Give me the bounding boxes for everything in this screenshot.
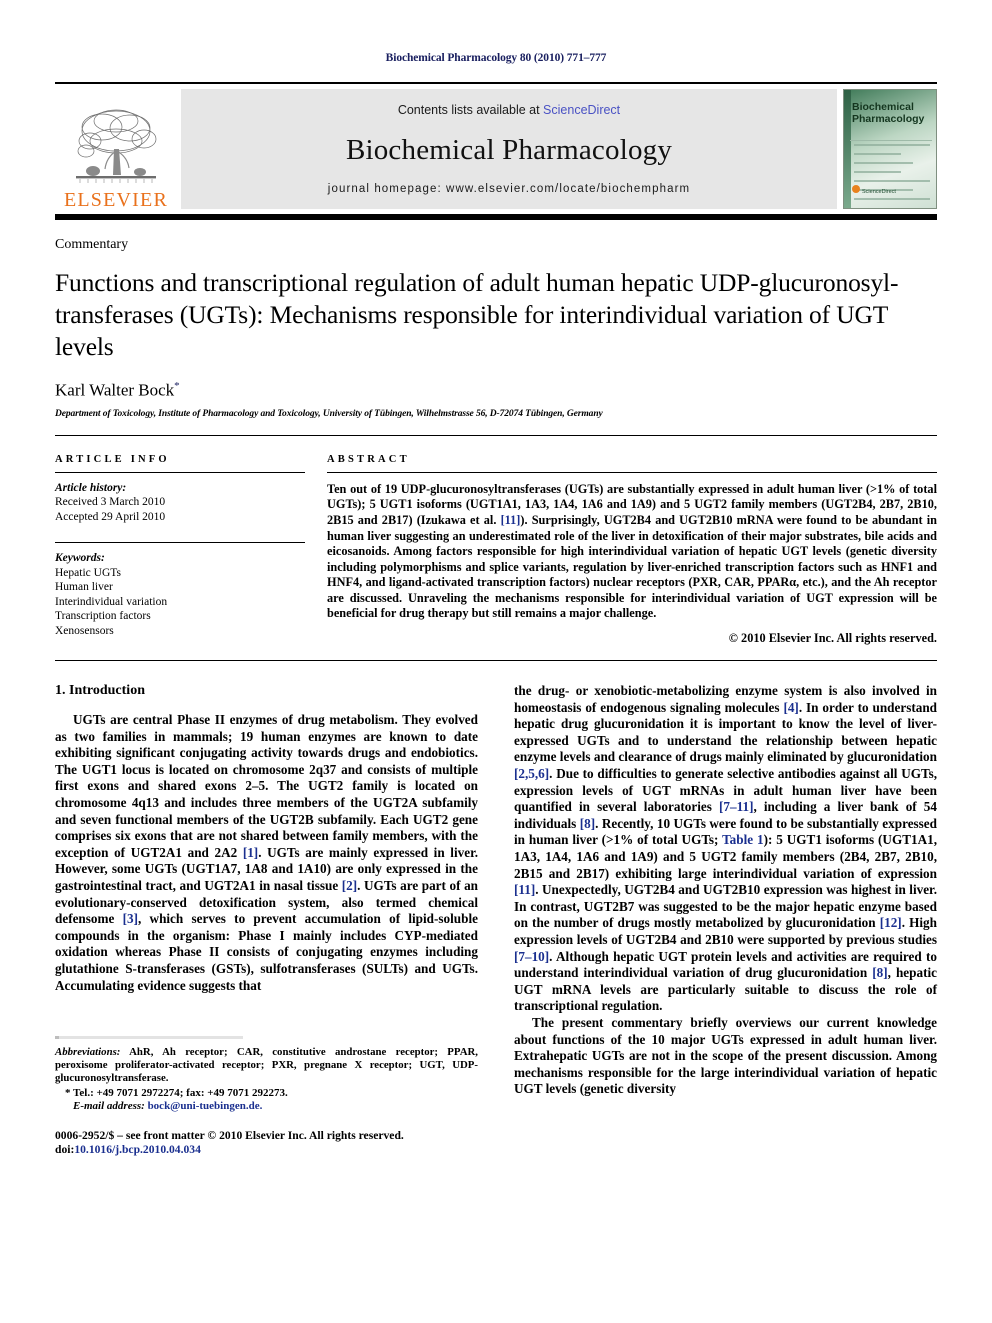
doi-label: doi: [55,1143,75,1157]
journal-homepage-line[interactable]: journal homepage: www.elsevier.com/locat… [328,183,690,195]
page-title: Functions and transcriptional regulation… [55,268,899,361]
keywords-rule [55,542,305,544]
imprint-block: 0006-2952/$ – see front matter © 2010 El… [55,1129,478,1157]
history-received: Received 3 March 2010 [55,496,166,509]
abstract-heading: ABSTRACT [327,453,410,465]
table-1-link[interactable]: Table 1 [722,832,764,847]
contents-available-line: Contents lists available at ScienceDirec… [398,103,620,117]
right-paragraph-2: The present commentary briefly overviews… [514,1014,937,1097]
contents-prefix: Contents lists available at [397,103,544,117]
citation-2[interactable]: [2] [342,878,357,893]
body-columns: 1. Introduction UGTs are central Phase I… [55,683,937,1157]
corresponding-email: E-mail address: bock@uni-tuebingen.de. [55,1100,478,1113]
abstract-citation-11[interactable]: [11] [501,513,521,527]
citation-8-b[interactable]: [8] [872,965,887,980]
elsevier-wordmark: ELSEVIER [63,189,169,211]
cover-title: Biochemical Pharmacology [852,101,933,125]
author-affiliation: Department of Toxicology, Institute of P… [55,408,603,419]
abbreviations-label: Abbreviations: [55,1046,121,1059]
article-history-block: Article history: Received 3 March 2010 A… [55,481,305,525]
keyword-item: Transcription factors [55,610,151,623]
citation-1[interactable]: [1] [243,845,258,860]
journal-cover-thumbnail: Biochemical Pharmacology ScienceDirect [843,89,937,209]
citation-8[interactable]: [8] [580,816,595,831]
article-info-heading: ARTICLE INFO [55,453,170,465]
author-name: Karl Walter Bock* [55,380,937,401]
citation-2-5-6[interactable]: [2,5,6] [514,766,549,781]
abstract-part-2: ). Surprisingly, UGT2B4 and UGT2B10 mRNA… [327,512,937,621]
cover-spine [844,90,851,208]
cover-footer: ScienceDirect [852,180,931,202]
journal-title: Biochemical Pharmacology [345,133,673,166]
citation-7-10[interactable]: [7–10] [514,949,549,964]
left-paragraph-1: UGTs are central Phase II enzymes of dru… [55,712,478,994]
sciencedirect-link[interactable]: ScienceDirect [543,103,620,117]
cover-title-line2: Pharmacology [852,112,925,125]
info-abstract-region: ARTICLE INFO Article history: Received 3… [55,454,937,646]
abstract-text: Ten out of 19 UDP-glucuronosyltransferas… [327,482,937,622]
article-info-rule [55,471,305,473]
lp1-a: UGTs are central Phase II enzymes of dru… [55,712,478,860]
abstract-rule [327,471,937,473]
elsevier-logo: ELSEVIER [55,84,177,214]
doi-line: doi:10.1016/j.bcp.2010.04.034 [55,1143,478,1157]
citation-12[interactable]: [12] [880,915,902,930]
rp1-g: . Unexpectedly, UGT2B4 and UGT2B10 expre… [514,882,937,931]
abstract-copyright: © 2010 Elsevier Inc. All rights reserved… [728,631,937,646]
corresponding-tel: * Tel.: +49 7071 2972274; fax: +49 7071 … [65,1087,288,1100]
doi-link[interactable]: 10.1016/j.bcp.2010.04.034 [74,1143,201,1156]
left-column: 1. Introduction UGTs are central Phase I… [55,683,478,1157]
keyword-item: Hepatic UGTs [55,566,121,579]
right-paragraph-1: the drug- or xenobiotic-metabolizing enz… [514,683,937,1015]
article-info-column: ARTICLE INFO Article history: Received 3… [55,454,327,646]
email-label: E-mail address: [73,1100,145,1113]
email-address-link[interactable]: bock@uni-tuebingen.de. [145,1100,263,1112]
divider-below-abstract [55,660,937,662]
citation-3[interactable]: [3] [123,911,138,926]
abstract-column: ABSTRACT Ten out of 19 UDP-glucuronosylt… [327,454,937,646]
keywords-label: Keywords: [55,552,105,565]
cover-title-line1: Biochemical [852,101,914,113]
journal-masthead: ELSEVIER Contents lists available at Sci… [55,82,937,220]
keyword-item: Xenosensors [55,624,114,637]
running-head: Biochemical Pharmacology 80 (2010) 771–7… [385,52,607,64]
keyword-item: Interindividual variation [55,595,168,608]
article-history-label: Article history: [55,481,127,494]
cover-rule [850,140,932,141]
history-accepted: Accepted 29 April 2010 [55,510,166,523]
citation-11[interactable]: [11] [514,882,535,897]
section-title-introduction: 1. Introduction [55,683,145,699]
article-type: Commentary [55,237,129,252]
elsevier-tree-icon [76,109,157,183]
keywords-block: Keywords: Hepatic UGTs Human liver Inter… [55,551,305,638]
right-column: the drug- or xenobiotic-metabolizing enz… [514,683,937,1157]
citation-7-11[interactable]: [7–11] [719,799,753,814]
author-label: Karl Walter Bock [55,380,175,400]
sciencedirect-dot-icon [852,185,860,194]
citation-4[interactable]: [4] [783,700,798,715]
footnote-divider [55,1036,243,1040]
abbreviations-footnote: Abbreviations: AhR, Ah receptor; CAR, co… [55,1046,478,1085]
cover-sciencedirect-mark: ScienceDirect [862,189,896,195]
article-page: Biochemical Pharmacology 80 (2010) 771–7… [0,0,992,1323]
divider-above-abstract [55,434,937,436]
keyword-item: Human liver [55,581,113,594]
issn-frontmatter-line: 0006-2952/$ – see front matter © 2010 El… [55,1129,404,1143]
corresponding-author-marker: * [174,380,180,393]
footnote-region: Abbreviations: AhR, Ah receptor; CAR, co… [55,1036,478,1157]
sciencedirect-band: Contents lists available at ScienceDirec… [181,89,837,209]
